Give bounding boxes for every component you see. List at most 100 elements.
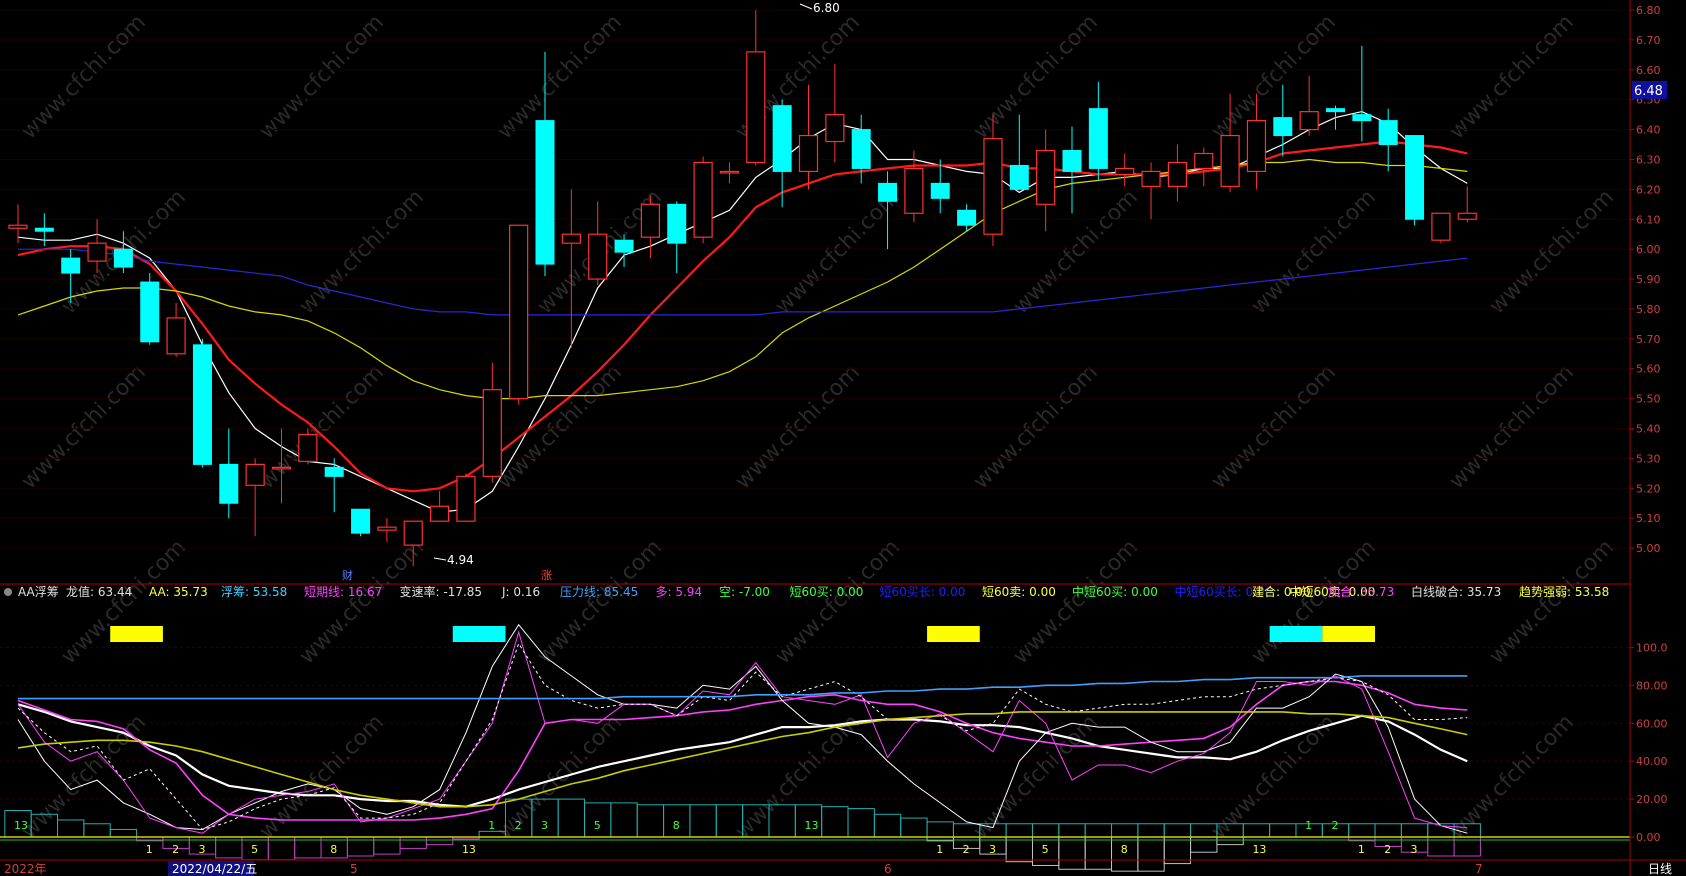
price-tick-label: 5.20 [1636, 482, 1661, 495]
candle-body-up [298, 433, 318, 463]
candle-body-up [509, 224, 529, 400]
candle-body-up [904, 167, 924, 214]
price-tick-label: 5.00 [1636, 542, 1661, 555]
candle-body-up [1299, 111, 1319, 131]
price-tick-label: 6.30 [1636, 153, 1661, 166]
indicator-bar-count-bottom: 1 [146, 843, 153, 856]
indicator-bar-count-top: 8 [673, 819, 680, 832]
indicator-bar-count-top: 2 [1332, 819, 1339, 832]
price-tick-label: 6.40 [1636, 124, 1661, 137]
candle-body-up [825, 114, 845, 143]
candle[interactable] [693, 156, 713, 244]
candle-body-up [1194, 152, 1214, 170]
candle-body-down [140, 281, 160, 343]
candle-body-down [34, 227, 54, 232]
time-label-year: 2022年 [4, 862, 47, 876]
candle-body-down [1088, 108, 1108, 169]
candle-body-down [957, 209, 977, 226]
indicator-header: AA浮筹 龙值: 63.44 AA: 35.73 浮筹: 53.58 短期线: 16.6… [4, 584, 1609, 599]
candle-body-up [640, 203, 661, 238]
signal-block [110, 626, 163, 642]
current-price-tag: 6.48 [1632, 81, 1667, 99]
indicator-bar-count-bottom: 3 [198, 843, 205, 856]
signal-block [927, 626, 980, 642]
price-tick-label: 6.20 [1636, 183, 1661, 196]
candle-body-down [219, 463, 239, 504]
candle-body-up [1246, 120, 1267, 173]
candle[interactable] [140, 273, 160, 345]
signal-block [452, 626, 506, 642]
signal-block [1269, 626, 1323, 642]
candle-body-up [1115, 167, 1135, 176]
indicator-header-item: AA: 35.73 [149, 585, 208, 599]
candle-body-up [403, 520, 423, 546]
indicator-menu-icon[interactable] [4, 588, 12, 596]
candle[interactable] [1431, 212, 1451, 244]
indicator-bar-count-bottom: 2 [1384, 843, 1391, 856]
candle-body-down [930, 182, 950, 199]
candle-body-up [87, 242, 107, 262]
price-tick-label: 6.00 [1636, 243, 1661, 256]
indicator-header-item: J: 0.16 [501, 585, 540, 599]
time-label-july: 7 [1475, 862, 1483, 876]
candle[interactable] [1405, 135, 1425, 226]
candle-body-up [456, 475, 476, 522]
indicator-header-item: 趋势强弱: 53.58 [1519, 585, 1609, 599]
cai-annotation: 财 [342, 568, 353, 582]
indicator-bar-count-top: 1 [488, 819, 495, 832]
indicator-header-item: 建合: 0.00 [1252, 584, 1311, 599]
time-label-may: 5 [350, 862, 358, 876]
price-tick-label: 5.10 [1636, 512, 1661, 525]
candle-body-up [271, 466, 292, 470]
indicator-header-item: 变速率: -17.85 [400, 584, 483, 599]
indicator-bar-count-bottom: 1 [1358, 843, 1365, 856]
candle-body-down [324, 466, 344, 477]
candle-body-up [1431, 212, 1451, 241]
stock-chart-canvas[interactable]: www.cfchi.com www.cfchi.com www.cfchi.com w… [0, 0, 1686, 876]
candle-body-down [851, 129, 871, 169]
candle-body-down [113, 248, 133, 268]
indicator-tick-label: 100.0 [1636, 641, 1668, 654]
indicator-tick-label: 60.00 [1636, 717, 1668, 730]
candle[interactable] [351, 508, 371, 537]
candle-body-down [1352, 114, 1372, 122]
indicator-header-item: 压力线: 85.45 [560, 585, 638, 599]
price-tick-label: 5.50 [1636, 393, 1661, 406]
candle-body-down [351, 508, 371, 534]
candle-body-up [377, 526, 397, 531]
candle-body-up [798, 134, 819, 173]
indicator-header-item: 空: -7.00 [719, 585, 770, 599]
candle-body-down [535, 120, 555, 265]
indicator-bar-count-top: 5 [594, 819, 601, 832]
period-label[interactable]: 日线 [1648, 862, 1672, 876]
candle-body-up [1220, 134, 1240, 187]
indicator-bar-count-bottom: 8 [330, 843, 337, 856]
indicator-header-item: 短60买长: 0.00 [880, 585, 966, 599]
candle-body-down [667, 203, 687, 244]
candle-body-down [1326, 108, 1345, 113]
indicator-header-item: 白线破合: 35.73 [1411, 584, 1501, 599]
candle-body-up [430, 505, 450, 522]
candle-body-up [746, 51, 766, 164]
candle[interactable] [192, 338, 212, 468]
candle[interactable] [298, 428, 318, 465]
candle-body-down [1062, 150, 1082, 172]
candle-body-down [772, 105, 792, 172]
indicator-tick-label: 20.00 [1636, 793, 1668, 806]
indicator-bar-count-top: 2 [515, 819, 522, 832]
candle-body-down [1009, 164, 1029, 190]
candle-body-up [1167, 161, 1188, 187]
candle-body-up [561, 233, 581, 244]
candle-body-up [719, 170, 740, 174]
candle-body-up [1457, 212, 1477, 220]
candle-body-down [1405, 135, 1425, 220]
indicator-bar-count-bottom: 1 [936, 843, 943, 856]
price-tick-label: 5.40 [1636, 423, 1661, 436]
candle-body-up [166, 317, 186, 355]
indicator-bar-count-bottom: 5 [1042, 843, 1049, 856]
indicator-bar-count-bottom: 13 [462, 843, 476, 856]
candle[interactable] [456, 473, 476, 522]
signal-block [1322, 626, 1376, 642]
candle[interactable] [509, 224, 529, 405]
candle-body-up [482, 389, 502, 477]
